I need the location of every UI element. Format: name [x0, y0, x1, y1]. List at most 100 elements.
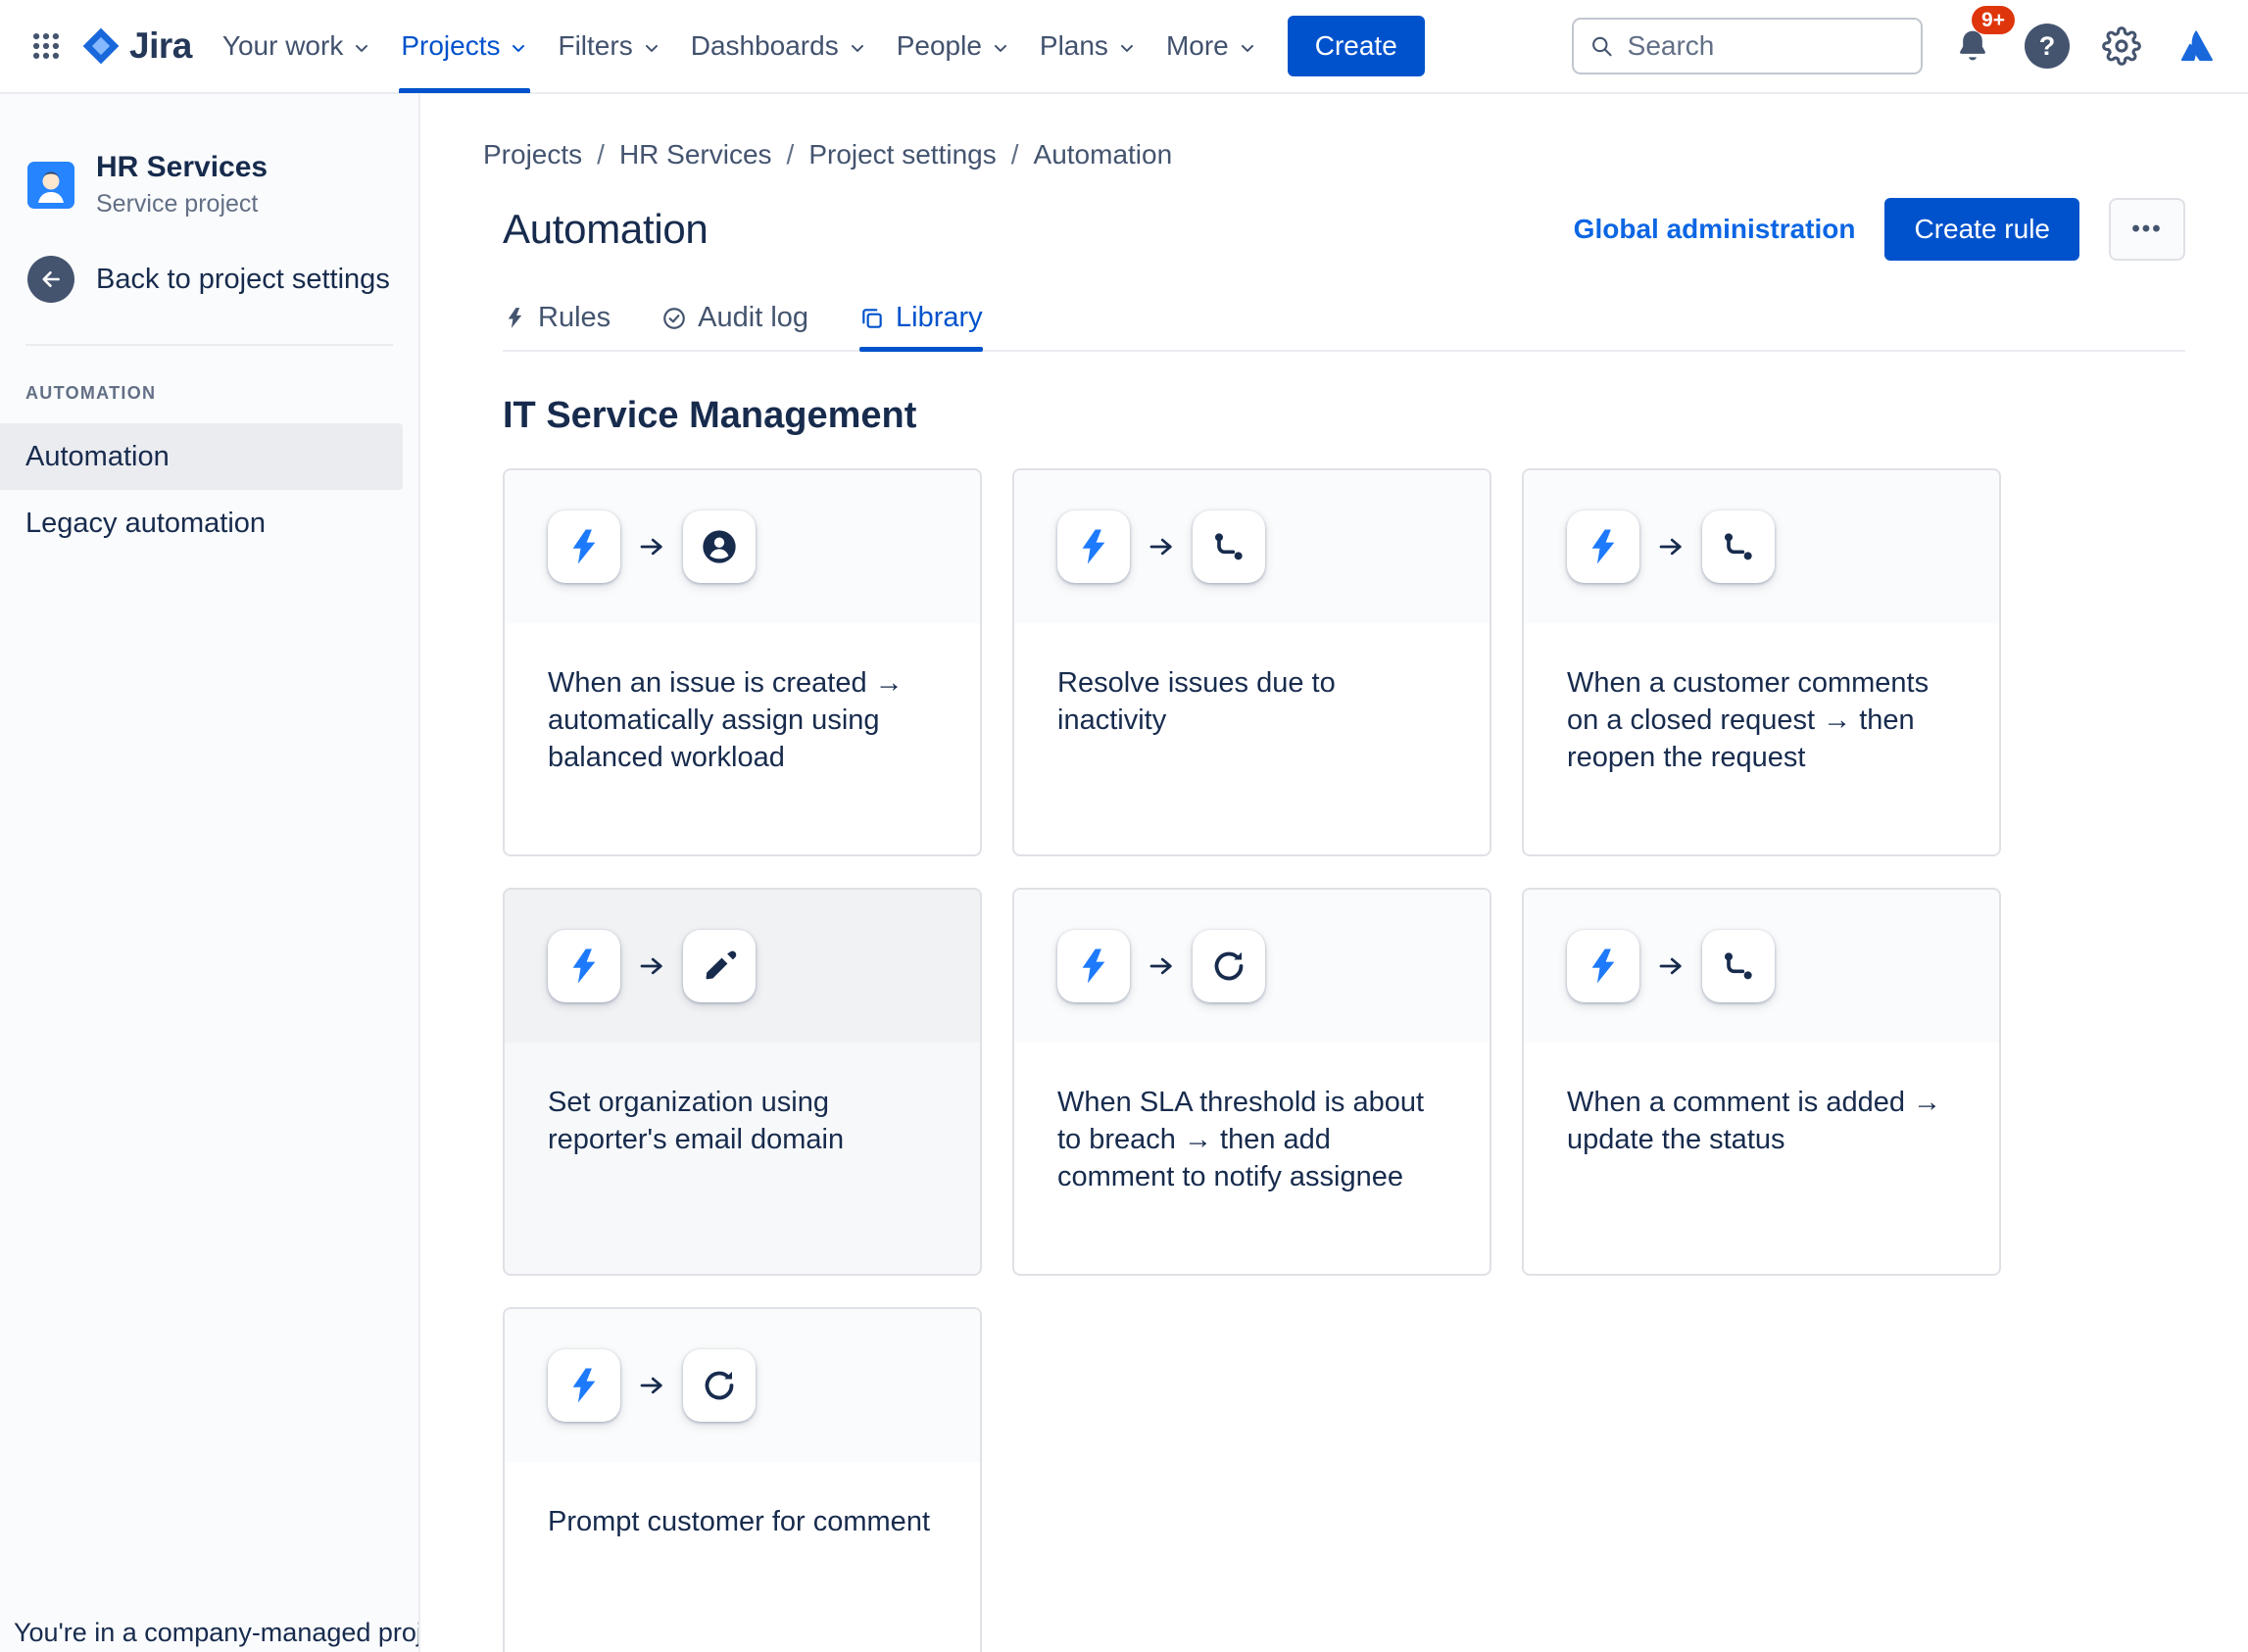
arrow-right-icon — [637, 532, 666, 561]
lightning-icon — [1591, 948, 1615, 984]
breadcrumb-separator: / — [597, 139, 605, 170]
help-icon — [2025, 24, 2070, 69]
template-card-text: Prompt customer for comment — [548, 1506, 930, 1537]
jira-app: Jira Your work Projects Filters Dashboar… — [0, 0, 2248, 1652]
nav-item-more[interactable]: More — [1151, 0, 1272, 93]
edit-icon — [706, 950, 737, 980]
template-card-text: Set organization using reporter's email … — [548, 1087, 845, 1155]
sidebar-section-label: AUTOMATION — [25, 383, 157, 403]
project-header: HR Services Service project — [0, 151, 418, 219]
settings-button[interactable] — [2097, 22, 2146, 71]
create-rule-button[interactable]: Create rule — [1884, 198, 2079, 261]
chevron-down-icon — [509, 38, 528, 58]
refresh-icon — [705, 1371, 734, 1400]
transition-icon — [1725, 952, 1752, 980]
project-avatar — [27, 161, 74, 209]
project-settings-sidebar: HR Services Service project Back to proj… — [0, 94, 420, 1652]
chevron-down-icon — [991, 38, 1010, 58]
back-to-project-settings[interactable]: Back to project settings — [0, 256, 418, 303]
project-type-note: You're in a company-managed project — [14, 1618, 418, 1647]
top-navbar: Jira Your work Projects Filters Dashboar… — [0, 0, 2248, 94]
template-card-grid: When an issue is created → automatically… — [503, 468, 2185, 1652]
create-button[interactable]: Create — [1287, 16, 1425, 76]
template-card-prompt-customer[interactable]: Prompt customer for comment — [503, 1307, 982, 1652]
template-card-balanced-workload[interactable]: When an issue is created → automatically… — [503, 468, 982, 856]
navbar-right-cluster: 9+ — [1572, 6, 2221, 74]
template-card-reopen-request[interactable]: When a customer comments on a closed req… — [1522, 468, 2001, 856]
project-type: Service project — [96, 190, 259, 218]
page-header: Automation Global administration Create … — [503, 198, 2185, 261]
tab-audit-log[interactable]: Audit log — [661, 302, 808, 350]
jira-logo-text: Jira — [129, 25, 192, 66]
nav-item-dashboards[interactable]: Dashboards — [676, 0, 882, 93]
assignee-icon — [703, 530, 736, 563]
breadcrumb-projects[interactable]: Projects — [483, 139, 582, 170]
nav-item-filters[interactable]: Filters — [543, 0, 675, 93]
arrow-right-icon — [1656, 532, 1686, 561]
nav-item-your-work[interactable]: Your work — [208, 0, 386, 93]
sidebar-item-automation[interactable]: Automation — [0, 423, 403, 490]
template-card-resolve-inactivity[interactable]: Resolve issues due to inactivity — [1012, 468, 1491, 856]
chevron-down-icon — [352, 38, 371, 58]
gear-icon — [2102, 26, 2141, 66]
search-icon — [1592, 36, 1612, 57]
template-card-sla-threshold[interactable]: When SLA threshold is about to breach → … — [1012, 888, 1491, 1276]
ellipsis-icon: ••• — [2131, 216, 2163, 242]
template-card-text: When a comment is added → update the sta… — [1567, 1087, 1942, 1155]
template-card-text: When a customer comments on a closed req… — [1567, 667, 1930, 773]
lightning-icon — [1082, 948, 1105, 984]
template-card-text: When SLA threshold is about to breach → … — [1057, 1087, 1425, 1192]
section-title: IT Service Management — [503, 395, 917, 436]
notifications-button[interactable]: 9+ — [1948, 6, 2015, 71]
transition-icon — [1725, 533, 1752, 560]
app-switcher-button[interactable] — [20, 20, 73, 73]
lightning-icon — [508, 308, 522, 328]
help-button[interactable] — [2023, 22, 2072, 71]
lightning-icon — [572, 1368, 596, 1403]
page-title: Automation — [503, 206, 709, 252]
tab-rules[interactable]: Rules — [503, 302, 611, 350]
arrow-left-icon — [27, 256, 74, 303]
app-grid-icon — [32, 32, 60, 60]
arrow-right-icon — [1147, 951, 1176, 981]
global-search[interactable] — [1572, 18, 1923, 74]
nav-item-plans[interactable]: Plans — [1025, 0, 1151, 93]
jira-logo[interactable]: Jira — [73, 25, 208, 67]
lightning-icon — [572, 948, 596, 984]
template-card-text: Resolve issues due to inactivity — [1057, 667, 1336, 736]
lightning-icon — [1082, 529, 1105, 564]
breadcrumb-separator: / — [1010, 139, 1019, 170]
chevron-down-icon — [642, 38, 661, 58]
template-card-text: When an issue is created → automatically… — [548, 667, 904, 773]
library-icon — [862, 308, 882, 328]
arrow-right-icon — [1147, 532, 1176, 561]
global-administration-link[interactable]: Global administration — [1574, 214, 1856, 245]
tab-library[interactable]: Library — [859, 302, 983, 352]
main-content: Projects / HR Services / Project setting… — [420, 94, 2248, 1652]
arrow-right-icon — [637, 951, 666, 981]
sidebar-item-legacy-automation[interactable]: Legacy automation — [0, 490, 403, 557]
back-label: Back to project settings — [96, 263, 390, 295]
nav-item-people[interactable]: People — [882, 0, 1025, 93]
check-circle-icon — [663, 307, 685, 329]
atlassian-logo — [2172, 22, 2221, 71]
arrow-right-icon — [1656, 951, 1686, 981]
more-actions-button[interactable]: ••• — [2109, 198, 2185, 261]
chevron-down-icon — [1117, 38, 1137, 58]
breadcrumb-automation[interactable]: Automation — [1034, 139, 1173, 170]
project-name: HR Services — [96, 151, 269, 183]
lightning-icon — [572, 529, 596, 564]
lightning-icon — [1591, 529, 1615, 564]
breadcrumb-hr-services[interactable]: HR Services — [619, 139, 772, 170]
search-input[interactable] — [1627, 30, 1905, 62]
arrow-right-icon — [637, 1371, 666, 1400]
nav-item-projects[interactable]: Projects — [386, 0, 543, 93]
page-actions: Global administration Create rule ••• — [1574, 198, 2185, 261]
sidebar-divider — [25, 344, 393, 346]
jira-logo-icon — [82, 27, 120, 65]
breadcrumb-project-settings[interactable]: Project settings — [808, 139, 996, 170]
template-card-set-organization[interactable]: Set organization using reporter's email … — [503, 888, 982, 1276]
breadcrumb-separator: / — [786, 139, 795, 170]
template-card-comment-added[interactable]: When a comment is added → update the sta… — [1522, 888, 2001, 1276]
transition-icon — [1215, 533, 1243, 560]
